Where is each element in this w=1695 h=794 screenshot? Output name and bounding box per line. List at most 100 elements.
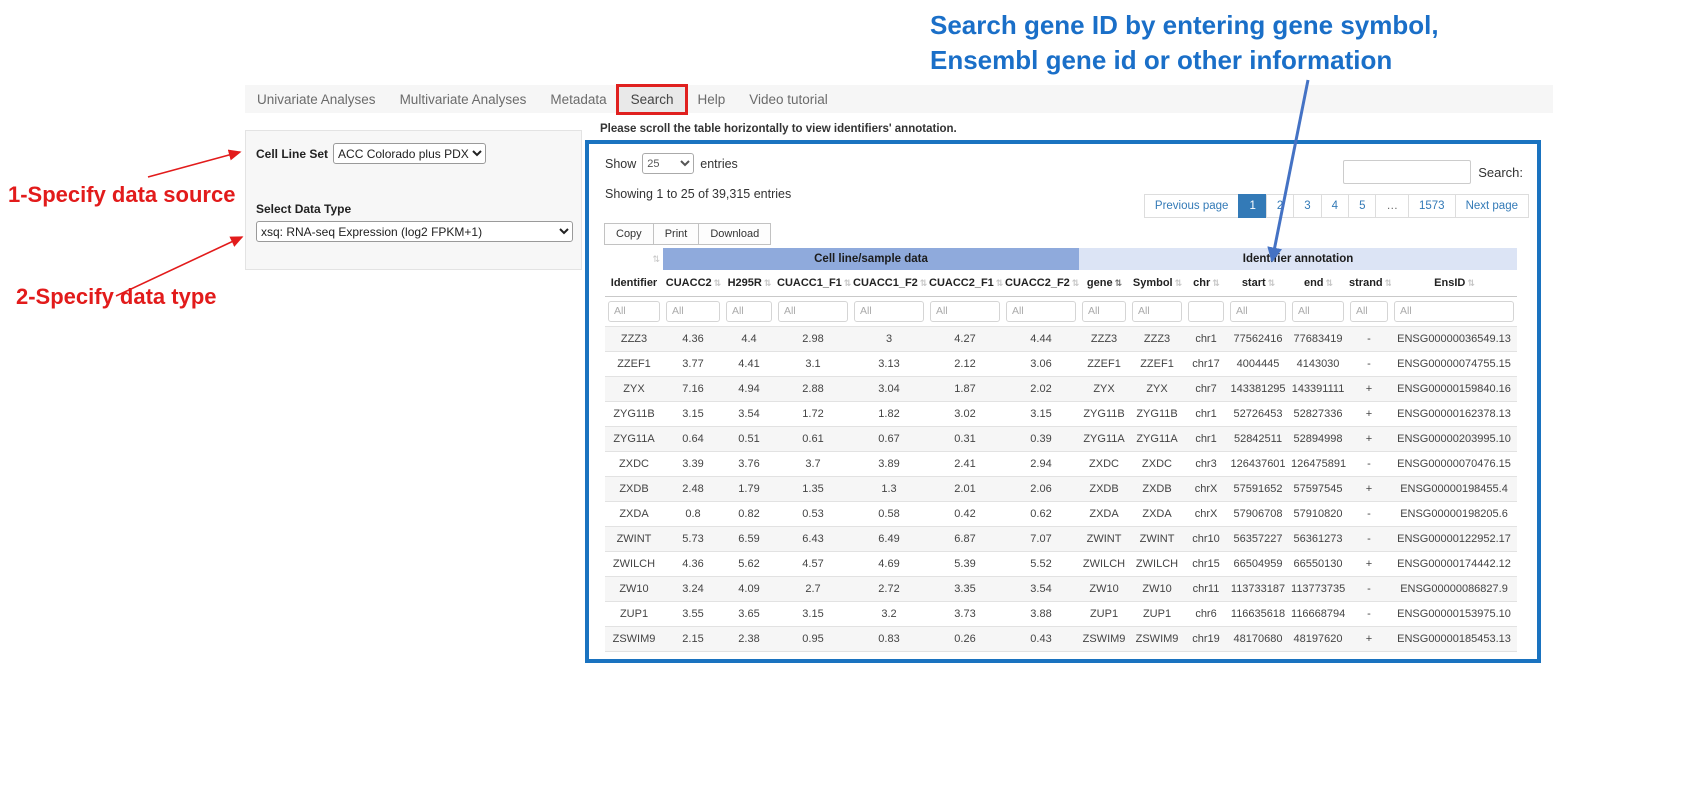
nav-item-metadata[interactable]: Metadata: [538, 87, 618, 112]
page-button-5[interactable]: 5: [1348, 194, 1376, 218]
cell-identifier: ZSWIM9: [605, 626, 663, 651]
cell-cuacc2-f2: 4.44: [1003, 326, 1079, 351]
cell-line-set-label: Cell Line Set: [256, 147, 328, 161]
cell-start: 57906708: [1227, 501, 1289, 526]
cell-chr: chr10: [1185, 526, 1227, 551]
column-header-cuacc2[interactable]: CUACC2⇅: [663, 270, 723, 296]
filter-input-cuacc2[interactable]: [666, 301, 720, 322]
group-header-identifier-annotation: Identifier annotation: [1079, 248, 1517, 270]
cell-cuacc1-f2: 0.83: [851, 626, 927, 651]
column-header-identifier[interactable]: Identifier: [605, 270, 663, 296]
table-search-input[interactable]: [1343, 160, 1471, 184]
cell-gene: ZXDB: [1079, 476, 1129, 501]
page-button-1573[interactable]: 1573: [1408, 194, 1456, 218]
page-length-select[interactable]: 25: [642, 153, 694, 174]
filter-input-strand[interactable]: [1350, 301, 1388, 322]
filter-input-cuacc2-f2[interactable]: [1006, 301, 1076, 322]
cell-h295r: 0.51: [723, 426, 775, 451]
cell-chr: chr11: [1185, 576, 1227, 601]
cell-identifier: ZZEF1: [605, 351, 663, 376]
previous-page-button[interactable]: Previous page: [1144, 194, 1240, 218]
cell-gene: ZWILCH: [1079, 551, 1129, 576]
cell-end: 52894998: [1289, 426, 1347, 451]
cell-start: 57591652: [1227, 476, 1289, 501]
cell-cuacc1-f2: 3.13: [851, 351, 927, 376]
copy-button[interactable]: Copy: [604, 223, 654, 245]
page-button-4[interactable]: 4: [1321, 194, 1349, 218]
cell-cuacc1-f2: 3.2: [851, 601, 927, 626]
cell-cuacc2-f2: 3.15: [1003, 401, 1079, 426]
sort-icon: ⇅: [1268, 278, 1275, 288]
nav-item-search[interactable]: Search: [619, 87, 686, 112]
filter-input-cuacc2-f1[interactable]: [930, 301, 1000, 322]
next-page-button[interactable]: Next page: [1455, 194, 1529, 218]
cell-ensid: ENSG00000070476.15: [1391, 451, 1517, 476]
cell-cuacc1-f1: 2.7: [775, 576, 851, 601]
cell-h295r: 4.94: [723, 376, 775, 401]
column-header-cuacc2-f1[interactable]: CUACC2_F1⇅: [927, 270, 1003, 296]
cell-identifier: ZWILCH: [605, 551, 663, 576]
cell-ensid: ENSG00000198455.4: [1391, 476, 1517, 501]
cell-end: 126475891: [1289, 451, 1347, 476]
cell-cuacc1-f1: 0.53: [775, 501, 851, 526]
cell-symbol: ZYG11A: [1129, 426, 1185, 451]
nav-item-multivariate-analyses[interactable]: Multivariate Analyses: [388, 87, 539, 112]
column-header-strand[interactable]: strand⇅: [1347, 270, 1391, 296]
cell-symbol: ZWINT: [1129, 526, 1185, 551]
column-header-h295r[interactable]: H295R⇅: [723, 270, 775, 296]
print-button[interactable]: Print: [653, 223, 700, 245]
column-header-gene[interactable]: gene⇅: [1079, 270, 1129, 296]
page-button-2[interactable]: 2: [1266, 194, 1294, 218]
group-header-cell-line-sample-data: Cell line/sample data: [663, 248, 1079, 270]
filter-input-h295r[interactable]: [726, 301, 772, 322]
cell-cuacc2: 5.73: [663, 526, 723, 551]
nav-item-video-tutorial[interactable]: Video tutorial: [737, 87, 840, 112]
column-header-chr[interactable]: chr⇅: [1185, 270, 1227, 296]
entries-label: entries: [700, 157, 738, 171]
filter-input-cuacc1-f1[interactable]: [778, 301, 848, 322]
cell-start: 56357227: [1227, 526, 1289, 551]
filter-input-start[interactable]: [1230, 301, 1286, 322]
cell-cuacc2-f2: 2.06: [1003, 476, 1079, 501]
cell-cuacc2-f2: 3.88: [1003, 601, 1079, 626]
column-header-start[interactable]: start⇅: [1227, 270, 1289, 296]
data-type-select[interactable]: xsq: RNA-seq Expression (log2 FPKM+1): [256, 221, 573, 242]
corner-sort-cell[interactable]: ⇅: [605, 248, 663, 270]
column-header-cuacc2-f2[interactable]: CUACC2_F2⇅: [1003, 270, 1079, 296]
filter-input-end[interactable]: [1292, 301, 1344, 322]
filter-input-chr[interactable]: [1188, 301, 1224, 322]
column-label: Identifier: [611, 277, 657, 289]
filter-input-symbol[interactable]: [1132, 301, 1182, 322]
nav-item-help[interactable]: Help: [685, 87, 737, 112]
download-button[interactable]: Download: [698, 223, 771, 245]
cell-cuacc2-f2: 0.39: [1003, 426, 1079, 451]
cell-cuacc1-f2: 2.72: [851, 576, 927, 601]
page-ellipsis[interactable]: …: [1375, 194, 1409, 218]
cell-start: 4004445: [1227, 351, 1289, 376]
column-header-symbol[interactable]: Symbol⇅: [1129, 270, 1185, 296]
cell-cuacc1-f2: 0.58: [851, 501, 927, 526]
column-header-ensid[interactable]: EnsID⇅: [1391, 270, 1517, 296]
data-type-label: Select Data Type: [256, 202, 571, 216]
filter-input-gene[interactable]: [1082, 301, 1126, 322]
cell-end: 116668794: [1289, 601, 1347, 626]
column-header-end[interactable]: end⇅: [1289, 270, 1347, 296]
column-label: CUACC2_F2: [1005, 277, 1070, 289]
page-button-3[interactable]: 3: [1293, 194, 1321, 218]
nav-item-univariate-analyses[interactable]: Univariate Analyses: [245, 87, 388, 112]
filter-input-cuacc1-f2[interactable]: [854, 301, 924, 322]
column-header-cuacc1-f1[interactable]: CUACC1_F1⇅: [775, 270, 851, 296]
cell-cuacc1-f1: 1.35: [775, 476, 851, 501]
cell-h295r: 4.09: [723, 576, 775, 601]
cell-ensid: ENSG00000122952.17: [1391, 526, 1517, 551]
cell-cuacc1-f1: 0.61: [775, 426, 851, 451]
filter-input-identifier[interactable]: [608, 301, 660, 322]
cell-start: 113733187: [1227, 576, 1289, 601]
cell-line-set-select[interactable]: ACC Colorado plus PDX: [333, 143, 486, 164]
page-button-1[interactable]: 1: [1238, 194, 1266, 218]
table-row: ZYX7.164.942.883.041.872.02ZYXZYXchr7143…: [605, 376, 1517, 401]
table-row: ZXDB2.481.791.351.32.012.06ZXDBZXDBchrX5…: [605, 476, 1517, 501]
filter-input-ensid[interactable]: [1394, 301, 1514, 322]
cell-end: 57597545: [1289, 476, 1347, 501]
column-header-cuacc1-f2[interactable]: CUACC1_F2⇅: [851, 270, 927, 296]
